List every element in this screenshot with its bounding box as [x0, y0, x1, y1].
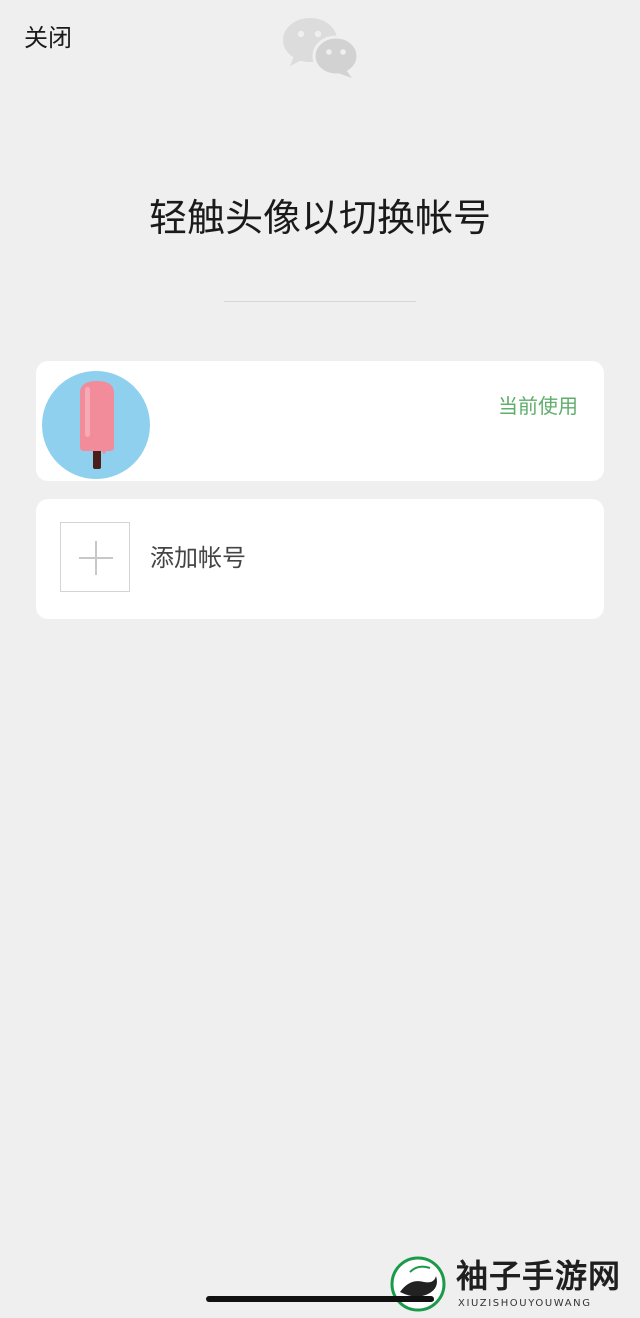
current-account-badge: 当前使用: [498, 394, 578, 418]
add-account-label[interactable]: 添加帐号: [150, 541, 246, 575]
home-indicator[interactable]: [206, 1296, 434, 1302]
page-title: 轻触头像以切换帐号: [148, 196, 491, 240]
add-account-card[interactable]: 添加帐号: [36, 499, 604, 619]
wechat-icon: [283, 18, 360, 78]
divider: [224, 301, 416, 302]
account-card-current[interactable]: 当前使用: [36, 361, 604, 481]
bird-logo-icon: [390, 1256, 446, 1312]
avatar[interactable]: [42, 371, 150, 479]
plus-icon: [79, 541, 113, 575]
watermark-text: 袖子手游网: [456, 1257, 622, 1295]
watermark-subtext: XIUZISHOUYOUWANG: [458, 1298, 592, 1309]
watermark: 袖子手游网 XIUZISHOUYOUWANG: [390, 1256, 636, 1314]
add-account-button[interactable]: [60, 522, 130, 592]
close-button[interactable]: 关闭: [24, 22, 72, 54]
